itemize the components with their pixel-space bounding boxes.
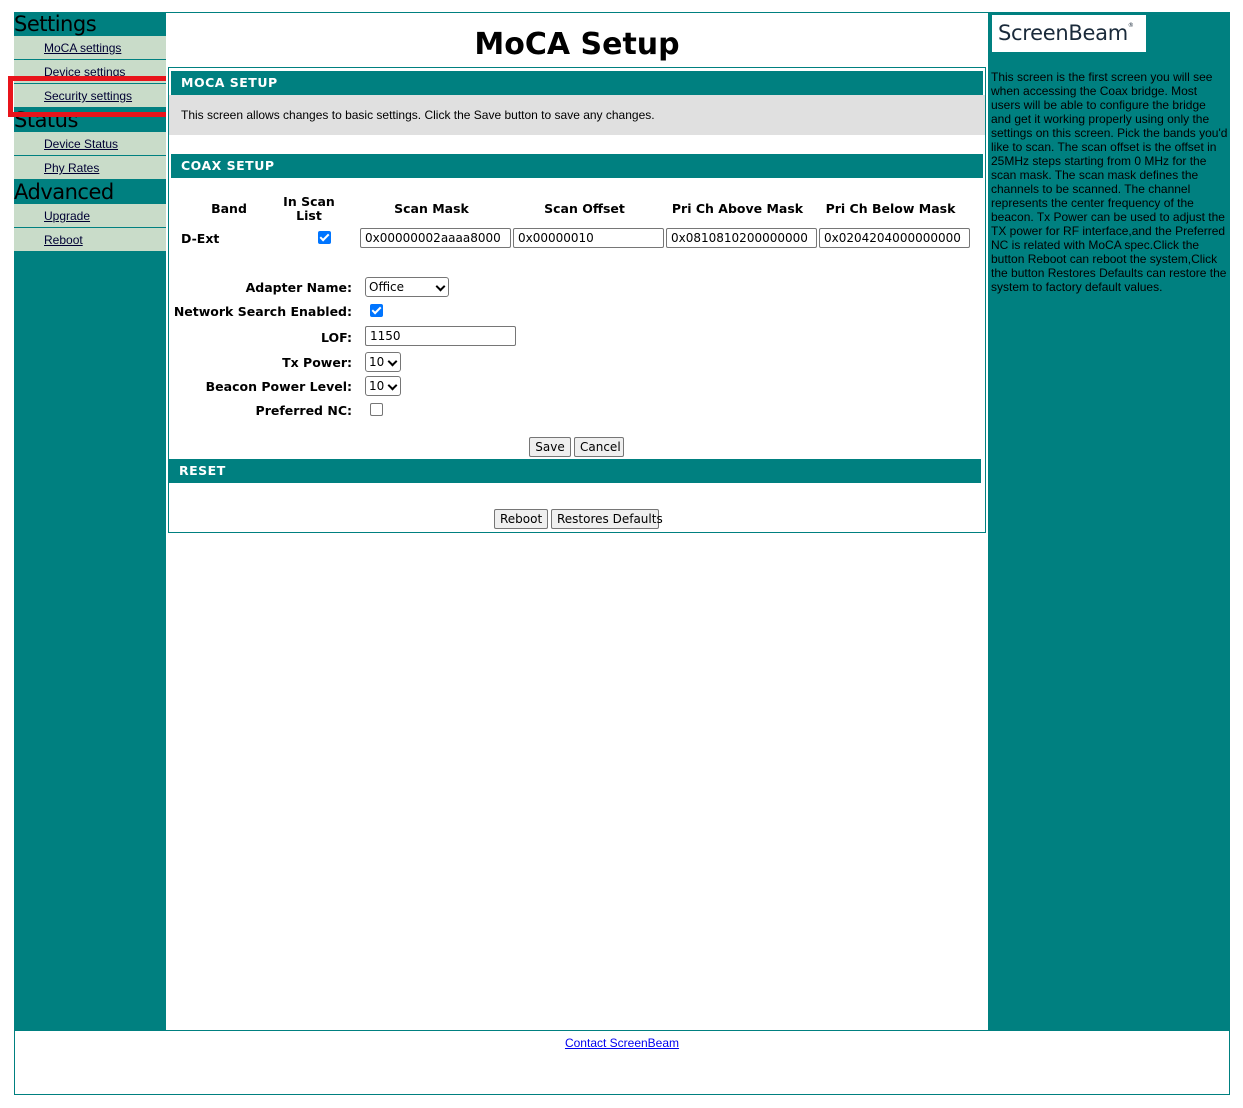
column-header-pri-ch-below-mask: Pri Ch Below Mask bbox=[825, 201, 956, 216]
lof-label: LOF: bbox=[321, 330, 352, 345]
page-title: MoCA Setup bbox=[474, 27, 680, 62]
sidebar-link-reboot[interactable]: Reboot bbox=[44, 233, 83, 247]
coax-setup-header: COAX SETUP bbox=[171, 154, 983, 178]
in-scan-list-checkbox[interactable] bbox=[318, 231, 331, 244]
moca-setup-panel: MOCA SETUP This screen allows changes to… bbox=[168, 67, 986, 146]
sidebar-item-device-settings[interactable]: Device settings bbox=[14, 60, 166, 84]
contact-screenbeam-link[interactable]: Contact ScreenBeam bbox=[565, 1036, 679, 1050]
network-search-label: Network Search Enabled: bbox=[173, 304, 352, 319]
sidebar-link-upgrade[interactable]: Upgrade bbox=[44, 209, 90, 223]
right-help-panel: ScreenBeam® This screen is the first scr… bbox=[988, 12, 1230, 1030]
lof-input[interactable]: 1150 bbox=[365, 326, 516, 346]
sidebar-link-moca-settings[interactable]: MoCA settings bbox=[44, 41, 121, 55]
screenbeam-logo: ScreenBeam® bbox=[992, 15, 1146, 52]
sidebar-link-phy-rates[interactable]: Phy Rates bbox=[44, 161, 99, 175]
sidebar-section-status: Status bbox=[14, 108, 78, 132]
logo-text: ScreenBeam bbox=[998, 21, 1128, 45]
column-header-scan-offset: Scan Offset bbox=[544, 201, 625, 216]
logo-registered-mark: ® bbox=[1127, 22, 1134, 29]
pri-ch-below-mask-input[interactable]: 0x0204204000000000 bbox=[819, 228, 970, 248]
scan-offset-input[interactable]: 0x00000010 bbox=[513, 228, 664, 248]
sidebar-item-security-settings[interactable]: Security settings bbox=[14, 84, 166, 108]
moca-setup-header: MOCA SETUP bbox=[171, 71, 983, 95]
preferred-nc-checkbox[interactable] bbox=[370, 403, 383, 416]
sidebar-link-device-settings[interactable]: Device settings bbox=[44, 65, 125, 79]
scan-mask-input[interactable]: 0x00000002aaaa8000 bbox=[360, 228, 511, 248]
main-content: MoCA Setup MOCA SETUP This screen allows… bbox=[166, 12, 988, 1030]
column-header-in-scan-list: In Scan List bbox=[283, 194, 335, 223]
tx-power-label: Tx Power: bbox=[282, 355, 352, 370]
sidebar-item-device-status[interactable]: Device Status bbox=[14, 132, 166, 156]
left-sidebar: Settings MoCA settings Device settings S… bbox=[14, 12, 166, 1030]
sidebar-section-advanced: Advanced bbox=[14, 180, 114, 204]
column-header-pri-ch-above-mask: Pri Ch Above Mask bbox=[671, 201, 804, 216]
save-button[interactable]: Save bbox=[529, 437, 571, 457]
moca-setup-description: This screen allows changes to basic sett… bbox=[169, 95, 985, 135]
footer: Contact ScreenBeam bbox=[14, 1030, 1230, 1095]
chevron-down-icon bbox=[387, 380, 398, 391]
pri-ch-above-mask-input[interactable]: 0x0810810200000000 bbox=[666, 228, 817, 248]
adapter-name-value: Office bbox=[369, 280, 405, 294]
cancel-button[interactable]: Cancel bbox=[574, 437, 624, 457]
adapter-name-select[interactable]: Office bbox=[365, 277, 449, 297]
restore-defaults-button[interactable]: Restores Defaults bbox=[551, 509, 663, 529]
sidebar-item-moca-settings[interactable]: MoCA settings bbox=[14, 36, 166, 60]
beacon-power-label: Beacon Power Level: bbox=[205, 379, 352, 394]
chevron-down-icon bbox=[435, 281, 446, 292]
column-header-scan-mask: Scan Mask bbox=[394, 201, 469, 216]
beacon-power-select[interactable]: 10 bbox=[365, 376, 401, 396]
tx-power-select[interactable]: 10 bbox=[365, 352, 401, 372]
beacon-power-value: 10 bbox=[369, 379, 385, 393]
tx-power-value: 10 bbox=[369, 355, 385, 369]
sidebar-link-device-status[interactable]: Device Status bbox=[44, 137, 118, 151]
sidebar-section-settings: Settings bbox=[14, 12, 97, 36]
help-text: This screen is the first screen you will… bbox=[991, 70, 1228, 294]
sidebar-item-upgrade[interactable]: Upgrade bbox=[14, 204, 166, 228]
sidebar-item-phy-rates[interactable]: Phy Rates bbox=[14, 156, 166, 180]
preferred-nc-label: Preferred NC: bbox=[255, 403, 352, 418]
band-label: D-Ext bbox=[181, 231, 220, 246]
column-header-band: Band bbox=[211, 201, 247, 216]
network-search-checkbox[interactable] bbox=[370, 304, 383, 317]
coax-setup-panel: COAX SETUP Band In Scan List Scan Mask S… bbox=[168, 140, 986, 533]
reboot-button[interactable]: Reboot bbox=[494, 509, 548, 529]
sidebar-link-security-settings[interactable]: Security settings bbox=[44, 89, 132, 103]
reset-header: RESET bbox=[169, 459, 981, 483]
chevron-down-icon bbox=[387, 356, 398, 367]
adapter-name-label: Adapter Name: bbox=[245, 280, 352, 295]
sidebar-item-reboot[interactable]: Reboot bbox=[14, 228, 166, 252]
